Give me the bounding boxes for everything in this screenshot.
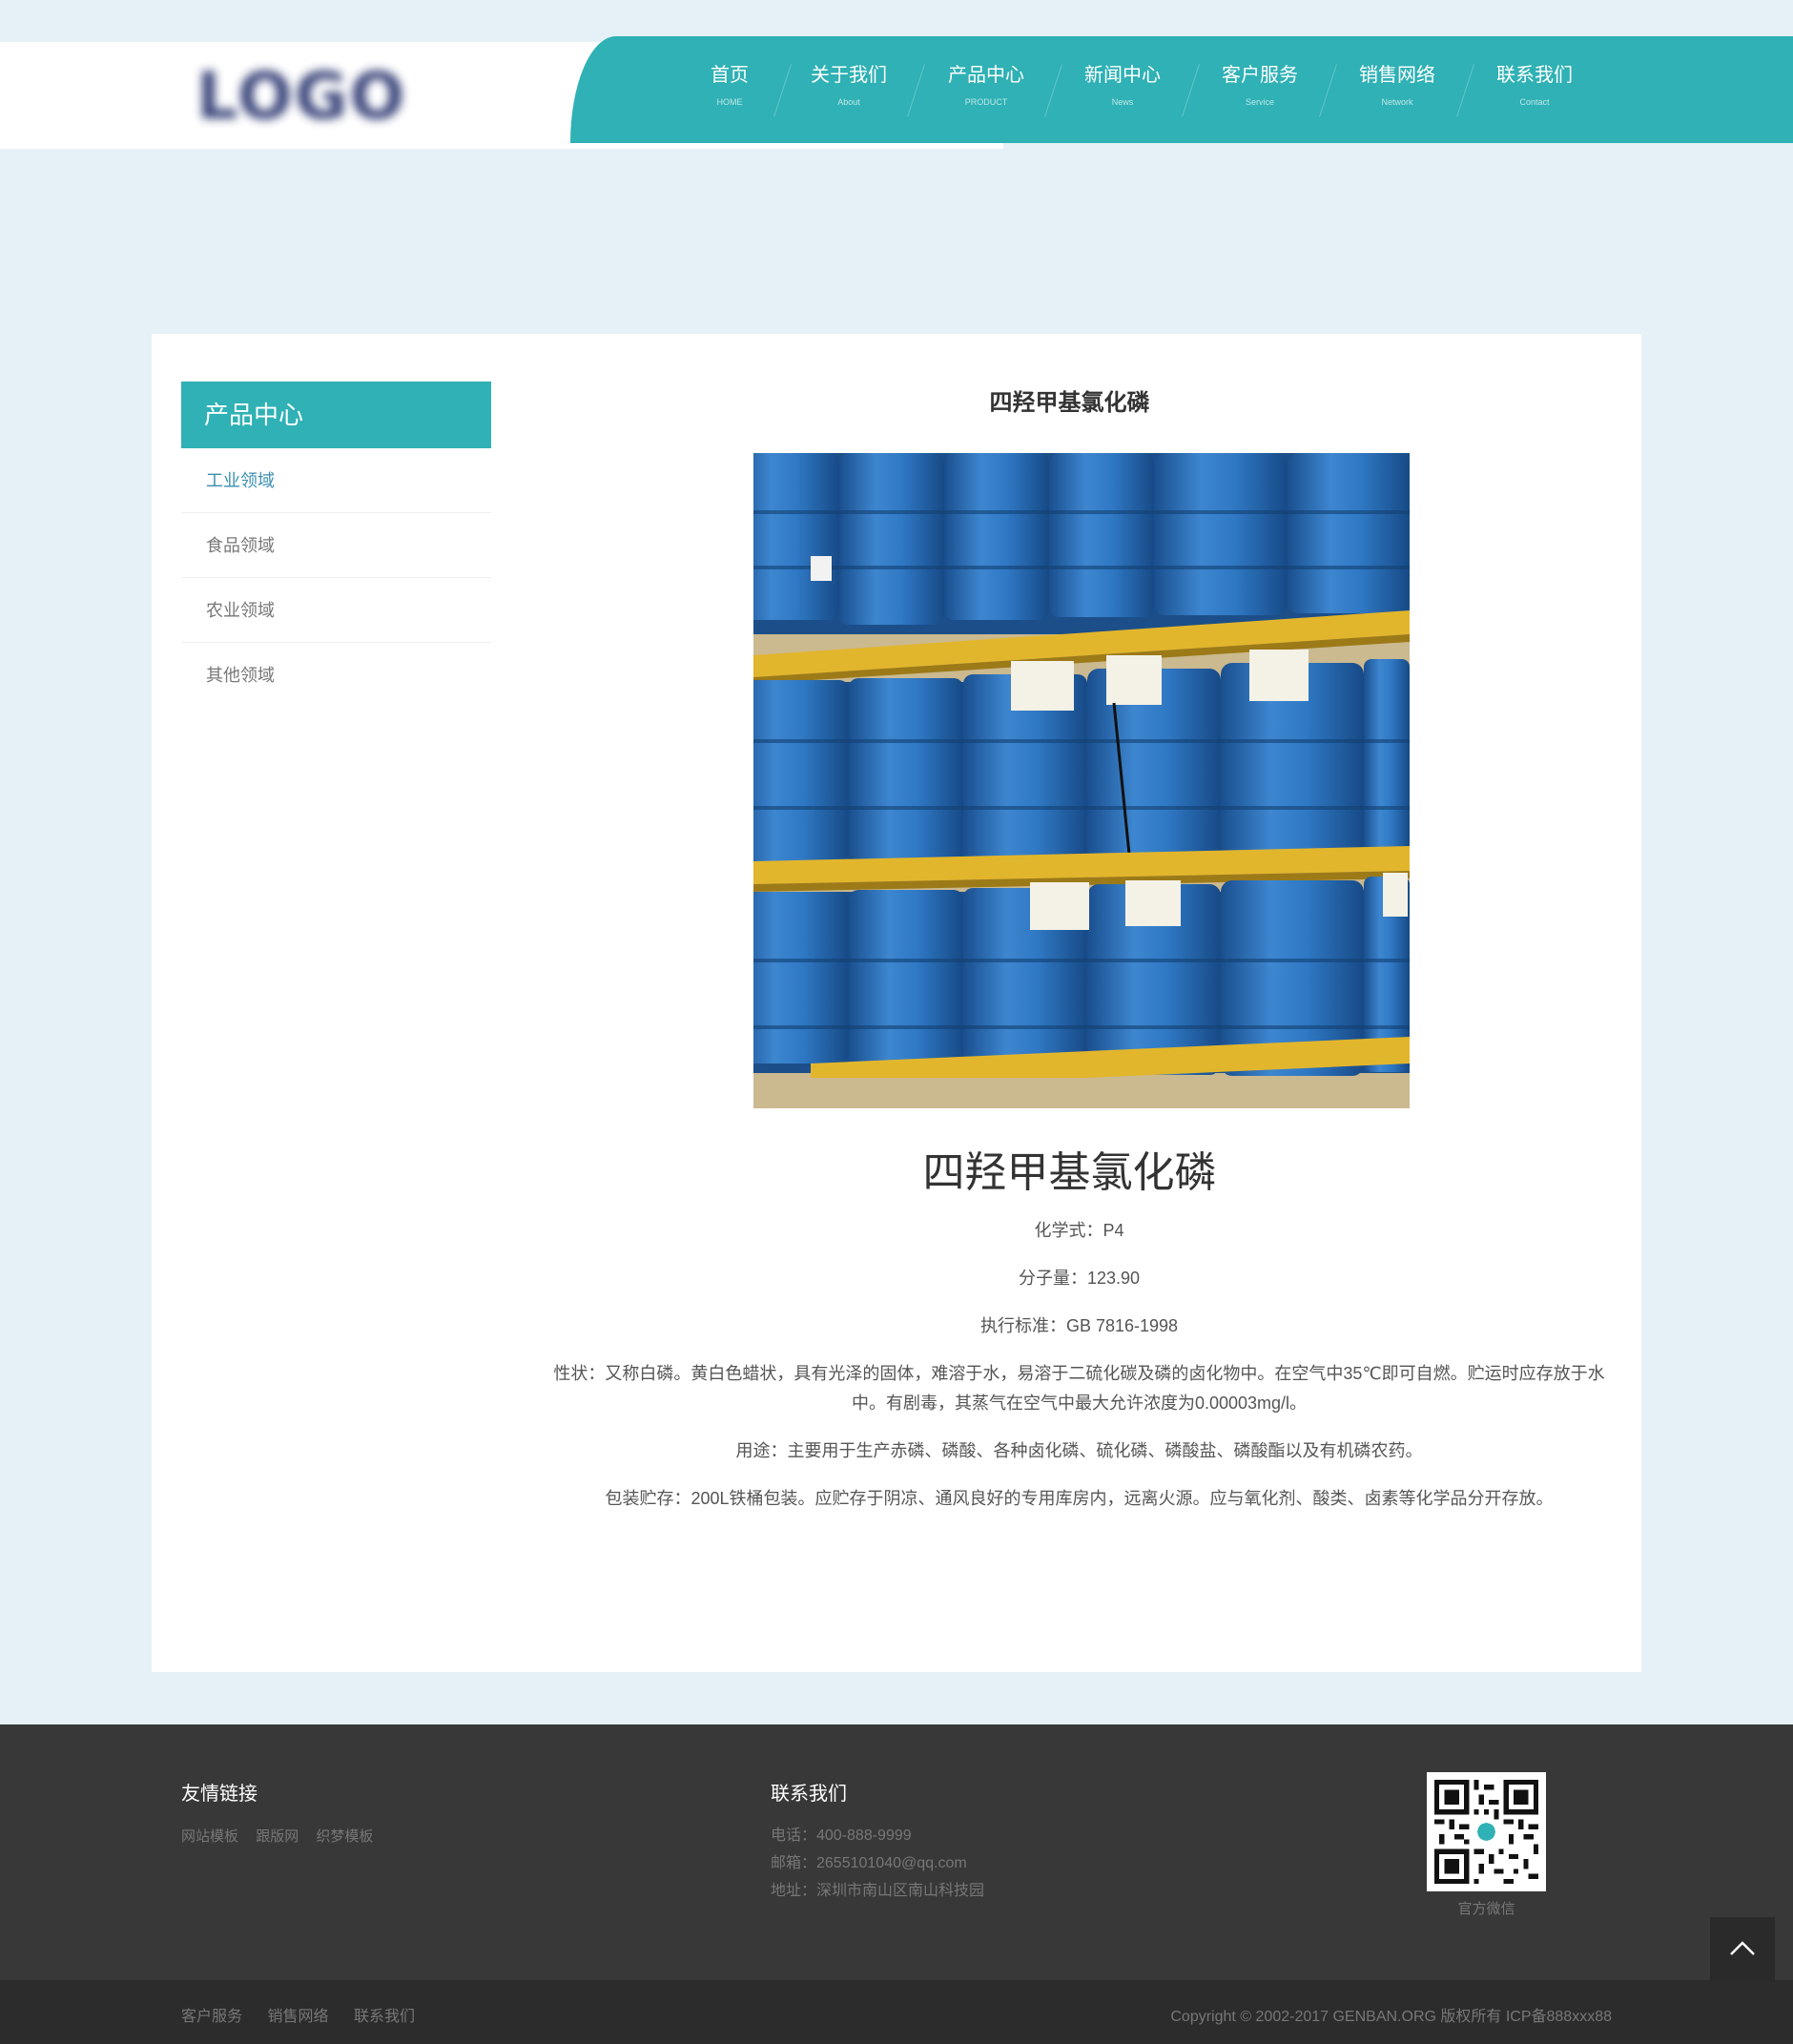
nav-network-sublabel: Network — [1381, 97, 1413, 107]
bottom-bar: 客户服务 销售网络 联系我们 Copyright © 2002-2017 GEN… — [0, 1980, 1793, 2044]
nav-home-sublabel: HOME — [716, 97, 743, 107]
nav-service[interactable]: 客户服务 Service — [1198, 63, 1322, 109]
sidebar-item-industrial[interactable]: 工业领域 — [181, 448, 491, 513]
site-logo[interactable]: LOGO — [196, 63, 404, 132]
nav-product-sublabel: PRODUCT — [964, 97, 1008, 107]
nav-product[interactable]: 产品中心 PRODUCT — [924, 63, 1048, 109]
nav-service-sublabel: Service — [1245, 97, 1274, 107]
bottom-link-contact[interactable]: 联系我们 — [354, 2009, 415, 2025]
footer-links-title: 友情链接 — [181, 1784, 258, 1805]
product-weight: 分子量：123.90 — [1018, 1269, 1141, 1288]
contact-address: 地址：深圳市南山区南山科技园 — [771, 1883, 985, 1899]
nav-about[interactable]: 关于我们 About — [787, 63, 911, 109]
product-image — [753, 453, 1410, 1108]
nav-news-label: 新闻中心 — [1084, 65, 1161, 86]
chevron-up-icon — [1730, 1941, 1755, 1955]
product-package: 包装贮存：200L铁桶包装。应贮存于阴凉、通风良好的专用库房内，远离火源。应与氧… — [605, 1489, 1554, 1508]
sidebar-item-agriculture[interactable]: 农业领域 — [181, 578, 491, 643]
contact-email: 邮箱：2655101040@qq.com — [771, 1855, 967, 1871]
bottom-links: 客户服务 销售网络 联系我们 — [181, 2003, 436, 2026]
friend-link[interactable]: 织梦模板 — [316, 1828, 373, 1845]
nav-news[interactable]: 新闻中心 News — [1061, 63, 1185, 109]
site-footer: 友情链接 网站模板 跟版网 织梦模板 联系我们 电话：400-888-9999 … — [0, 1724, 1793, 1980]
main-nav: 首页 HOME 关于我们 About 产品中心 PRODUCT 新闻中心 New… — [570, 36, 1793, 143]
nav-contact-label: 联系我们 — [1496, 65, 1573, 86]
back-to-top-button[interactable] — [1710, 1917, 1775, 1982]
sidebar-list: 工业领域 食品领域 农业领域 其他领域 — [181, 448, 491, 708]
product-formula: 化学式：P4 — [1034, 1221, 1124, 1240]
qr-code-icon — [1427, 1772, 1546, 1891]
nav-service-label: 客户服务 — [1222, 65, 1298, 86]
product-name: 四羟甲基氯化磷 — [922, 1149, 1217, 1196]
nav-network-label: 销售网络 — [1359, 65, 1435, 86]
sidebar-item-other[interactable]: 其他领域 — [181, 643, 491, 708]
nav-contact[interactable]: 联系我们 Contact — [1473, 63, 1597, 109]
product-property: 性状：又称白磷。黄白色蜡状，具有光泽的固体，难溶于水，易溶于二硫化碳及磷的卤化物… — [553, 1364, 1605, 1413]
copyright: Copyright © 2002-2017 GENBAN.ORG 版权所有 IC… — [1170, 2009, 1612, 2025]
nav-product-label: 产品中心 — [948, 65, 1024, 86]
footer-contact-info: 电话：400-888-9999 邮箱：2655101040@qq.com 地址：… — [771, 1822, 984, 1905]
site-header: LOGO 首页 HOME 关于我们 About 产品中心 PRODUCT 新闻中… — [0, 0, 1793, 153]
friend-link[interactable]: 网站模板 — [181, 1828, 238, 1845]
product-title: 四羟甲基氯化磷 — [989, 390, 1150, 416]
contact-phone: 电话：400-888-9999 — [771, 1827, 912, 1844]
nav-contact-sublabel: Contact — [1519, 97, 1550, 107]
nav-about-label: 关于我们 — [811, 65, 887, 86]
product-usage: 用途：主要用于生产赤磷、磷酸、各种卤化磷、硫化磷、磷酸盐、磷酸酯以及有机磷农药。 — [735, 1441, 1423, 1460]
nav-news-sublabel: News — [1111, 97, 1134, 107]
footer-contact-title: 联系我们 — [771, 1784, 847, 1805]
bottom-link-service[interactable]: 客户服务 — [181, 2009, 242, 2025]
sidebar-item-food[interactable]: 食品领域 — [181, 513, 491, 578]
nav-home-label: 首页 — [711, 65, 749, 86]
friend-links: 网站模板 跟版网 织梦模板 — [181, 1826, 386, 1846]
nav-network[interactable]: 销售网络 Network — [1335, 63, 1459, 109]
sidebar-title: 产品中心 — [181, 382, 491, 448]
nav-about-sublabel: About — [837, 97, 860, 107]
product-standard: 执行标准：GB 7816-1998 — [979, 1316, 1179, 1335]
nav-home[interactable]: 首页 HOME — [668, 63, 792, 109]
content-panel: 产品中心 工业领域 食品领域 农业领域 其他领域 四羟甲基氯化磷 四羟甲基氯化磷… — [152, 334, 1641, 1672]
qr-caption: 官方微信 — [1457, 1901, 1515, 1917]
friend-link[interactable]: 跟版网 — [256, 1828, 299, 1845]
bottom-link-network[interactable]: 销售网络 — [267, 2009, 328, 2025]
